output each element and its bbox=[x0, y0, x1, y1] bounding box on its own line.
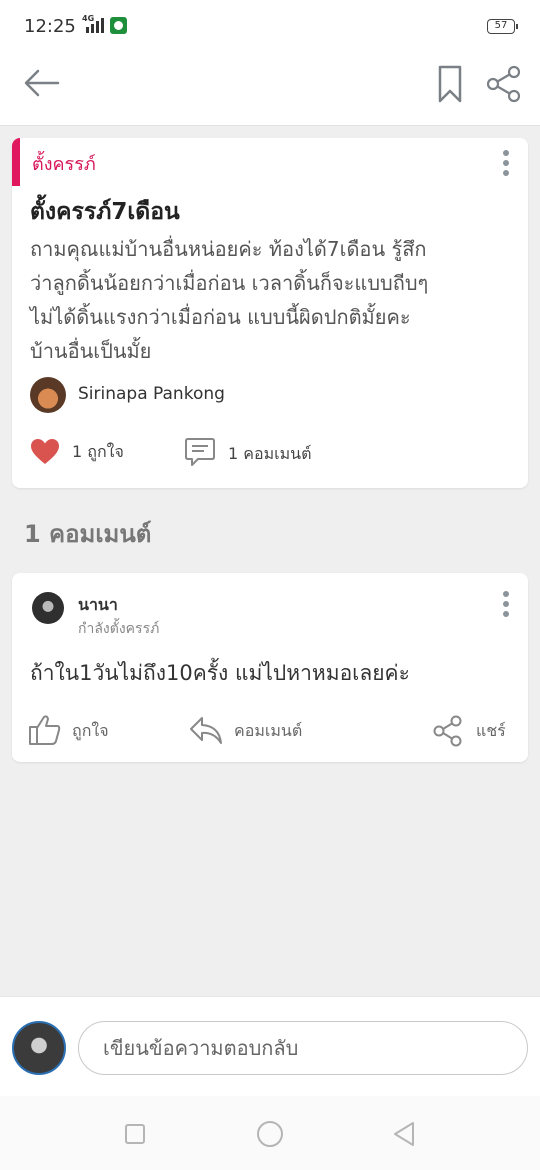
comment-card: นานา กำลังตั้งครรภ์ ถ้าใน1วันไม่ถึง10ครั… bbox=[12, 573, 528, 762]
current-user-avatar[interactable] bbox=[12, 1021, 66, 1075]
post-card: ตั้งครรภ์ ตั้งครรภ์7เดือน ถามคุณแม่บ้านอ… bbox=[12, 138, 528, 488]
back-arrow-icon[interactable] bbox=[22, 68, 62, 98]
comment-bubble-icon[interactable] bbox=[184, 436, 216, 468]
post-category[interactable]: ตั้งครรภ์ bbox=[32, 149, 96, 178]
back-nav-icon[interactable] bbox=[392, 1121, 416, 1147]
comment-text: ถ้าใน1วันไม่ถึง10ครั้ง แม่ไปหาหมอเลยค่ะ bbox=[30, 661, 410, 685]
status-time: 12:25 bbox=[24, 16, 76, 37]
post-title: ตั้งครรภ์7เดือน bbox=[30, 199, 180, 225]
post-body-line: ถามคุณแม่บ้านอื่นหน่อยค่ะ ท้องได้7เดือน … bbox=[30, 237, 427, 261]
app-notification-icon bbox=[110, 17, 127, 34]
more-options-icon[interactable] bbox=[502, 150, 510, 178]
comment-like-label[interactable]: ถูกใจ bbox=[72, 719, 109, 744]
comment-more-options-icon[interactable] bbox=[502, 591, 510, 619]
comment-share-label[interactable]: แชร์ bbox=[476, 719, 506, 744]
like-count: 1 ถูกใจ bbox=[72, 442, 124, 461]
post-body-line: ว่าลูกดิ้นน้อยกว่าเมื่อก่อน เวลาดิ้นก็จะ… bbox=[30, 271, 429, 295]
commenter-avatar[interactable] bbox=[32, 592, 64, 624]
status-bar: 12:25 4G 57 bbox=[0, 0, 540, 56]
category-accent-bar bbox=[12, 138, 20, 186]
post-body-line: บ้านอื่นเป็นมั้ย bbox=[30, 339, 152, 363]
author-name[interactable]: Sirinapa Pankong bbox=[78, 384, 225, 404]
system-nav-bar bbox=[0, 1096, 540, 1170]
home-icon[interactable] bbox=[256, 1120, 284, 1148]
comment-reply-label[interactable]: คอมเมนต์ bbox=[234, 719, 302, 744]
commenter-name[interactable]: นานา bbox=[78, 593, 118, 618]
recent-apps-icon[interactable] bbox=[124, 1123, 146, 1145]
post-body-line: ไม่ได้ดิ้นแรงกว่าเมื่อก่อน แบบนี้ผิดปกติ… bbox=[30, 305, 411, 329]
comment-share-icon[interactable] bbox=[432, 715, 464, 747]
reply-arrow-icon[interactable] bbox=[188, 714, 224, 746]
reply-input[interactable] bbox=[78, 1021, 528, 1075]
comments-heading: 1 คอมเมนต์ bbox=[24, 520, 152, 548]
share-icon[interactable] bbox=[485, 65, 523, 103]
post-body: ถามคุณแม่บ้านอื่นหน่อยค่ะ ท้องได้7เดือน … bbox=[30, 232, 516, 368]
thumbs-up-icon[interactable] bbox=[28, 714, 62, 746]
signal-icon bbox=[86, 17, 104, 33]
app-bar bbox=[0, 56, 540, 126]
heart-icon[interactable] bbox=[30, 438, 60, 465]
commenter-status: กำลังตั้งครรภ์ bbox=[78, 621, 160, 637]
author-avatar[interactable] bbox=[30, 377, 66, 413]
comment-count[interactable]: 1 คอมเมนต์ bbox=[228, 442, 311, 467]
bookmark-icon[interactable] bbox=[436, 64, 464, 104]
reply-bar bbox=[0, 996, 540, 1096]
battery-icon: 57 bbox=[487, 19, 518, 34]
